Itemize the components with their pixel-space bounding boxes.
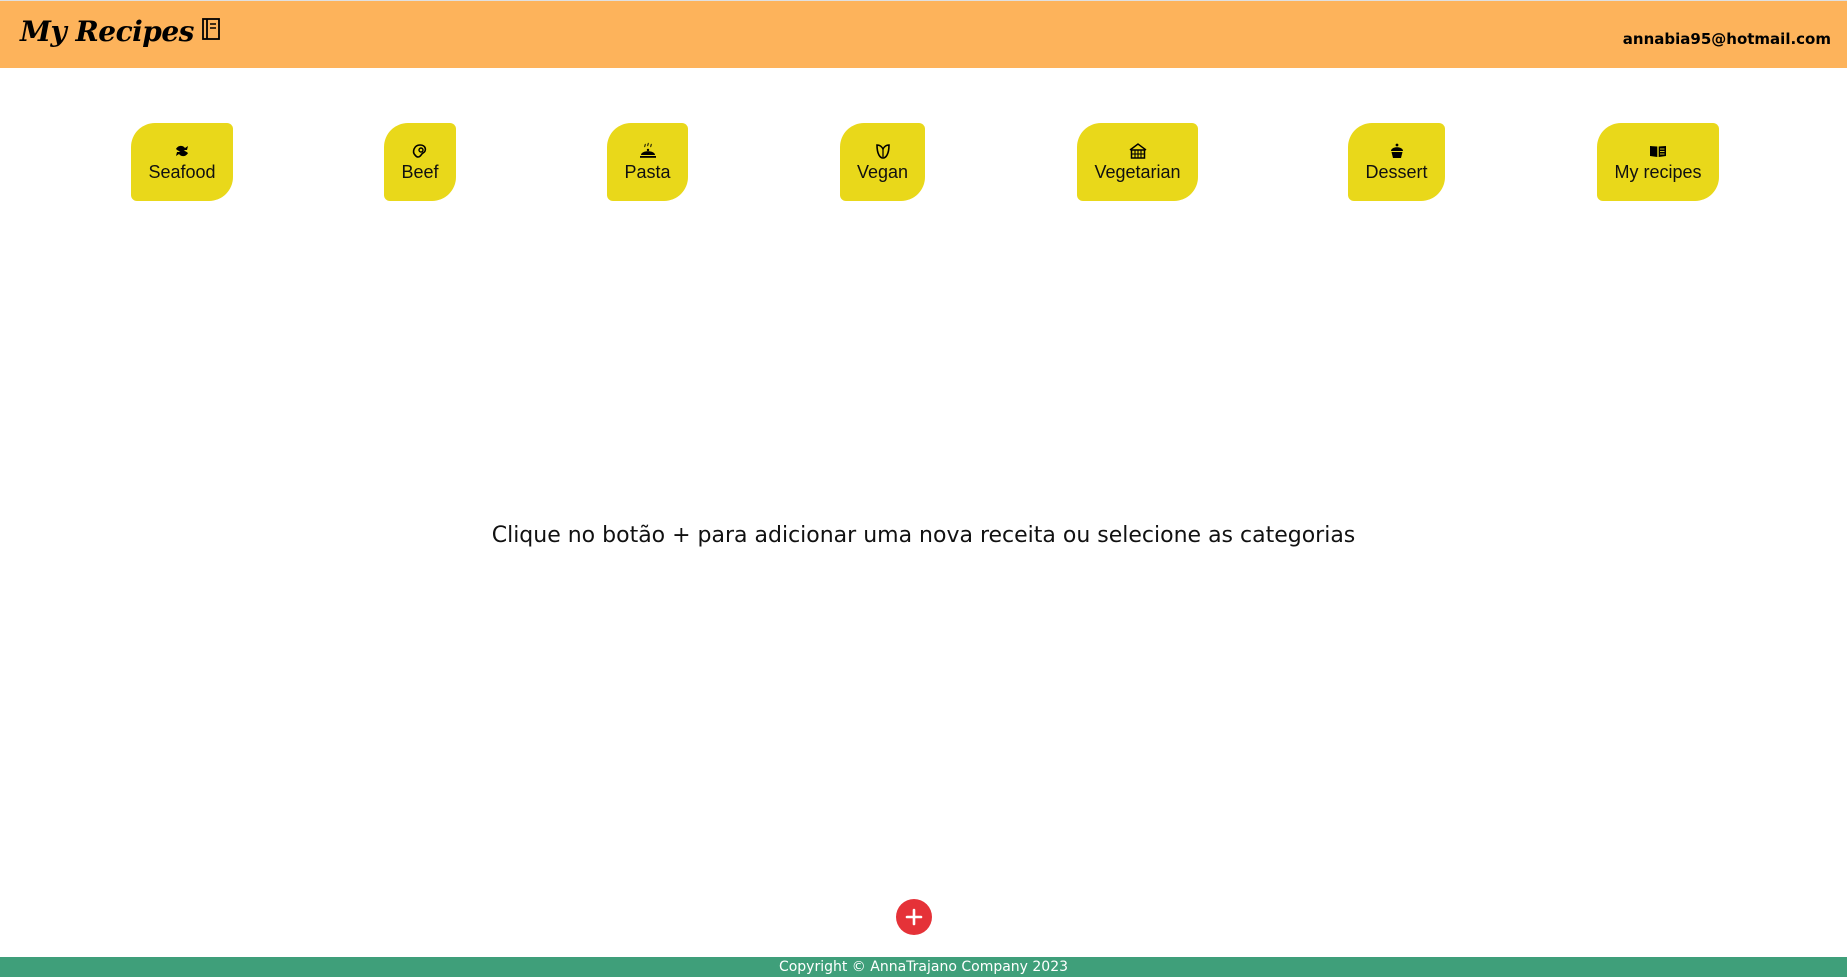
user-email[interactable]: annabia95@hotmail.com <box>1623 30 1831 48</box>
category-seafood-button[interactable]: Seafood <box>131 123 233 201</box>
fish-icon <box>173 142 191 160</box>
category-label: Vegetarian <box>1094 161 1181 182</box>
empty-state-message: Clique no botão + para adicionar uma nov… <box>491 523 1356 548</box>
category-label: Seafood <box>148 161 216 182</box>
notebook-icon <box>202 17 220 40</box>
brand[interactable]: My Recipes <box>20 15 220 48</box>
category-label: Dessert <box>1365 161 1428 182</box>
app-title: My Recipes <box>20 15 194 48</box>
category-label: Pasta <box>624 161 671 182</box>
plus-icon <box>905 908 923 926</box>
open-book-icon <box>1649 142 1667 160</box>
category-vegetarian-button[interactable]: Vegetarian <box>1077 123 1198 201</box>
category-my-recipes-button[interactable]: My recipes <box>1597 123 1719 201</box>
category-pasta-button[interactable]: Pasta <box>607 123 688 201</box>
category-vegan-button[interactable]: Vegan <box>840 123 925 201</box>
footer: Copyright © AnnaTrajano Company 2023 <box>0 957 1847 977</box>
category-bar: Seafood Beef Pasta Vegan Vegetarian Dess… <box>0 123 1847 203</box>
category-beef-button[interactable]: Beef <box>384 123 456 201</box>
steak-icon <box>411 142 429 160</box>
copyright-text: Copyright © AnnaTrajano Company 2023 <box>778 959 1069 975</box>
category-label: Vegan <box>856 161 909 182</box>
category-label: My recipes <box>1614 161 1702 182</box>
category-label: Beef <box>401 161 439 182</box>
app-header: My Recipes annabia95@hotmail.com <box>0 0 1847 68</box>
salad-basket-icon <box>1129 142 1147 160</box>
category-dessert-button[interactable]: Dessert <box>1348 123 1445 201</box>
cloche-icon <box>639 142 657 160</box>
cupcake-icon <box>1388 142 1406 160</box>
add-recipe-button[interactable] <box>896 899 932 935</box>
leaf-icon <box>874 142 892 160</box>
